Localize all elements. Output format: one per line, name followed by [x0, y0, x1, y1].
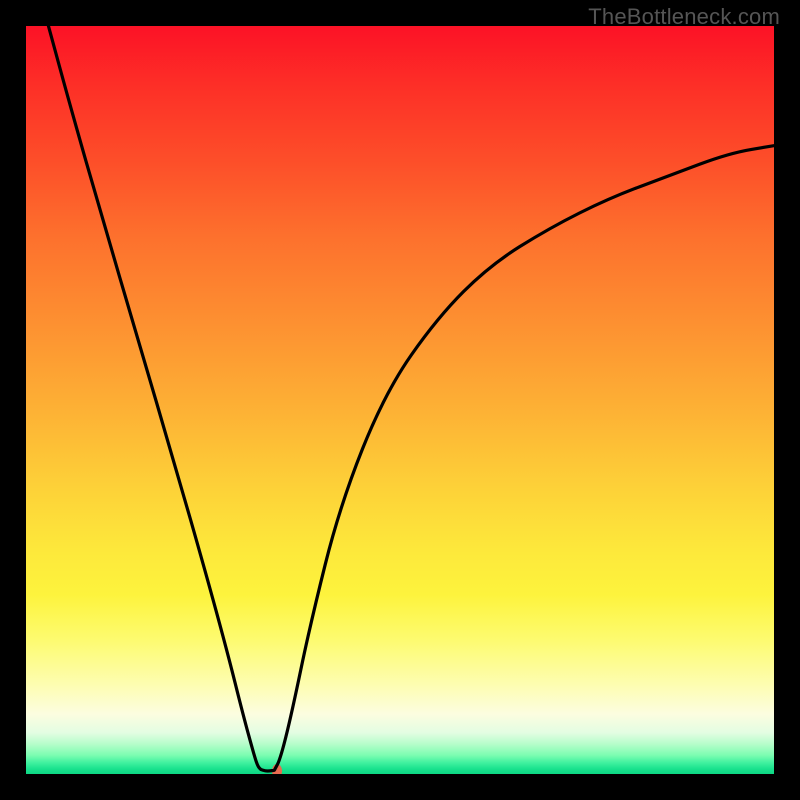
watermark-text: TheBottleneck.com [588, 4, 780, 30]
chart-curve [26, 26, 774, 774]
chart-frame [26, 26, 774, 774]
bottleneck-curve-path [48, 26, 774, 771]
